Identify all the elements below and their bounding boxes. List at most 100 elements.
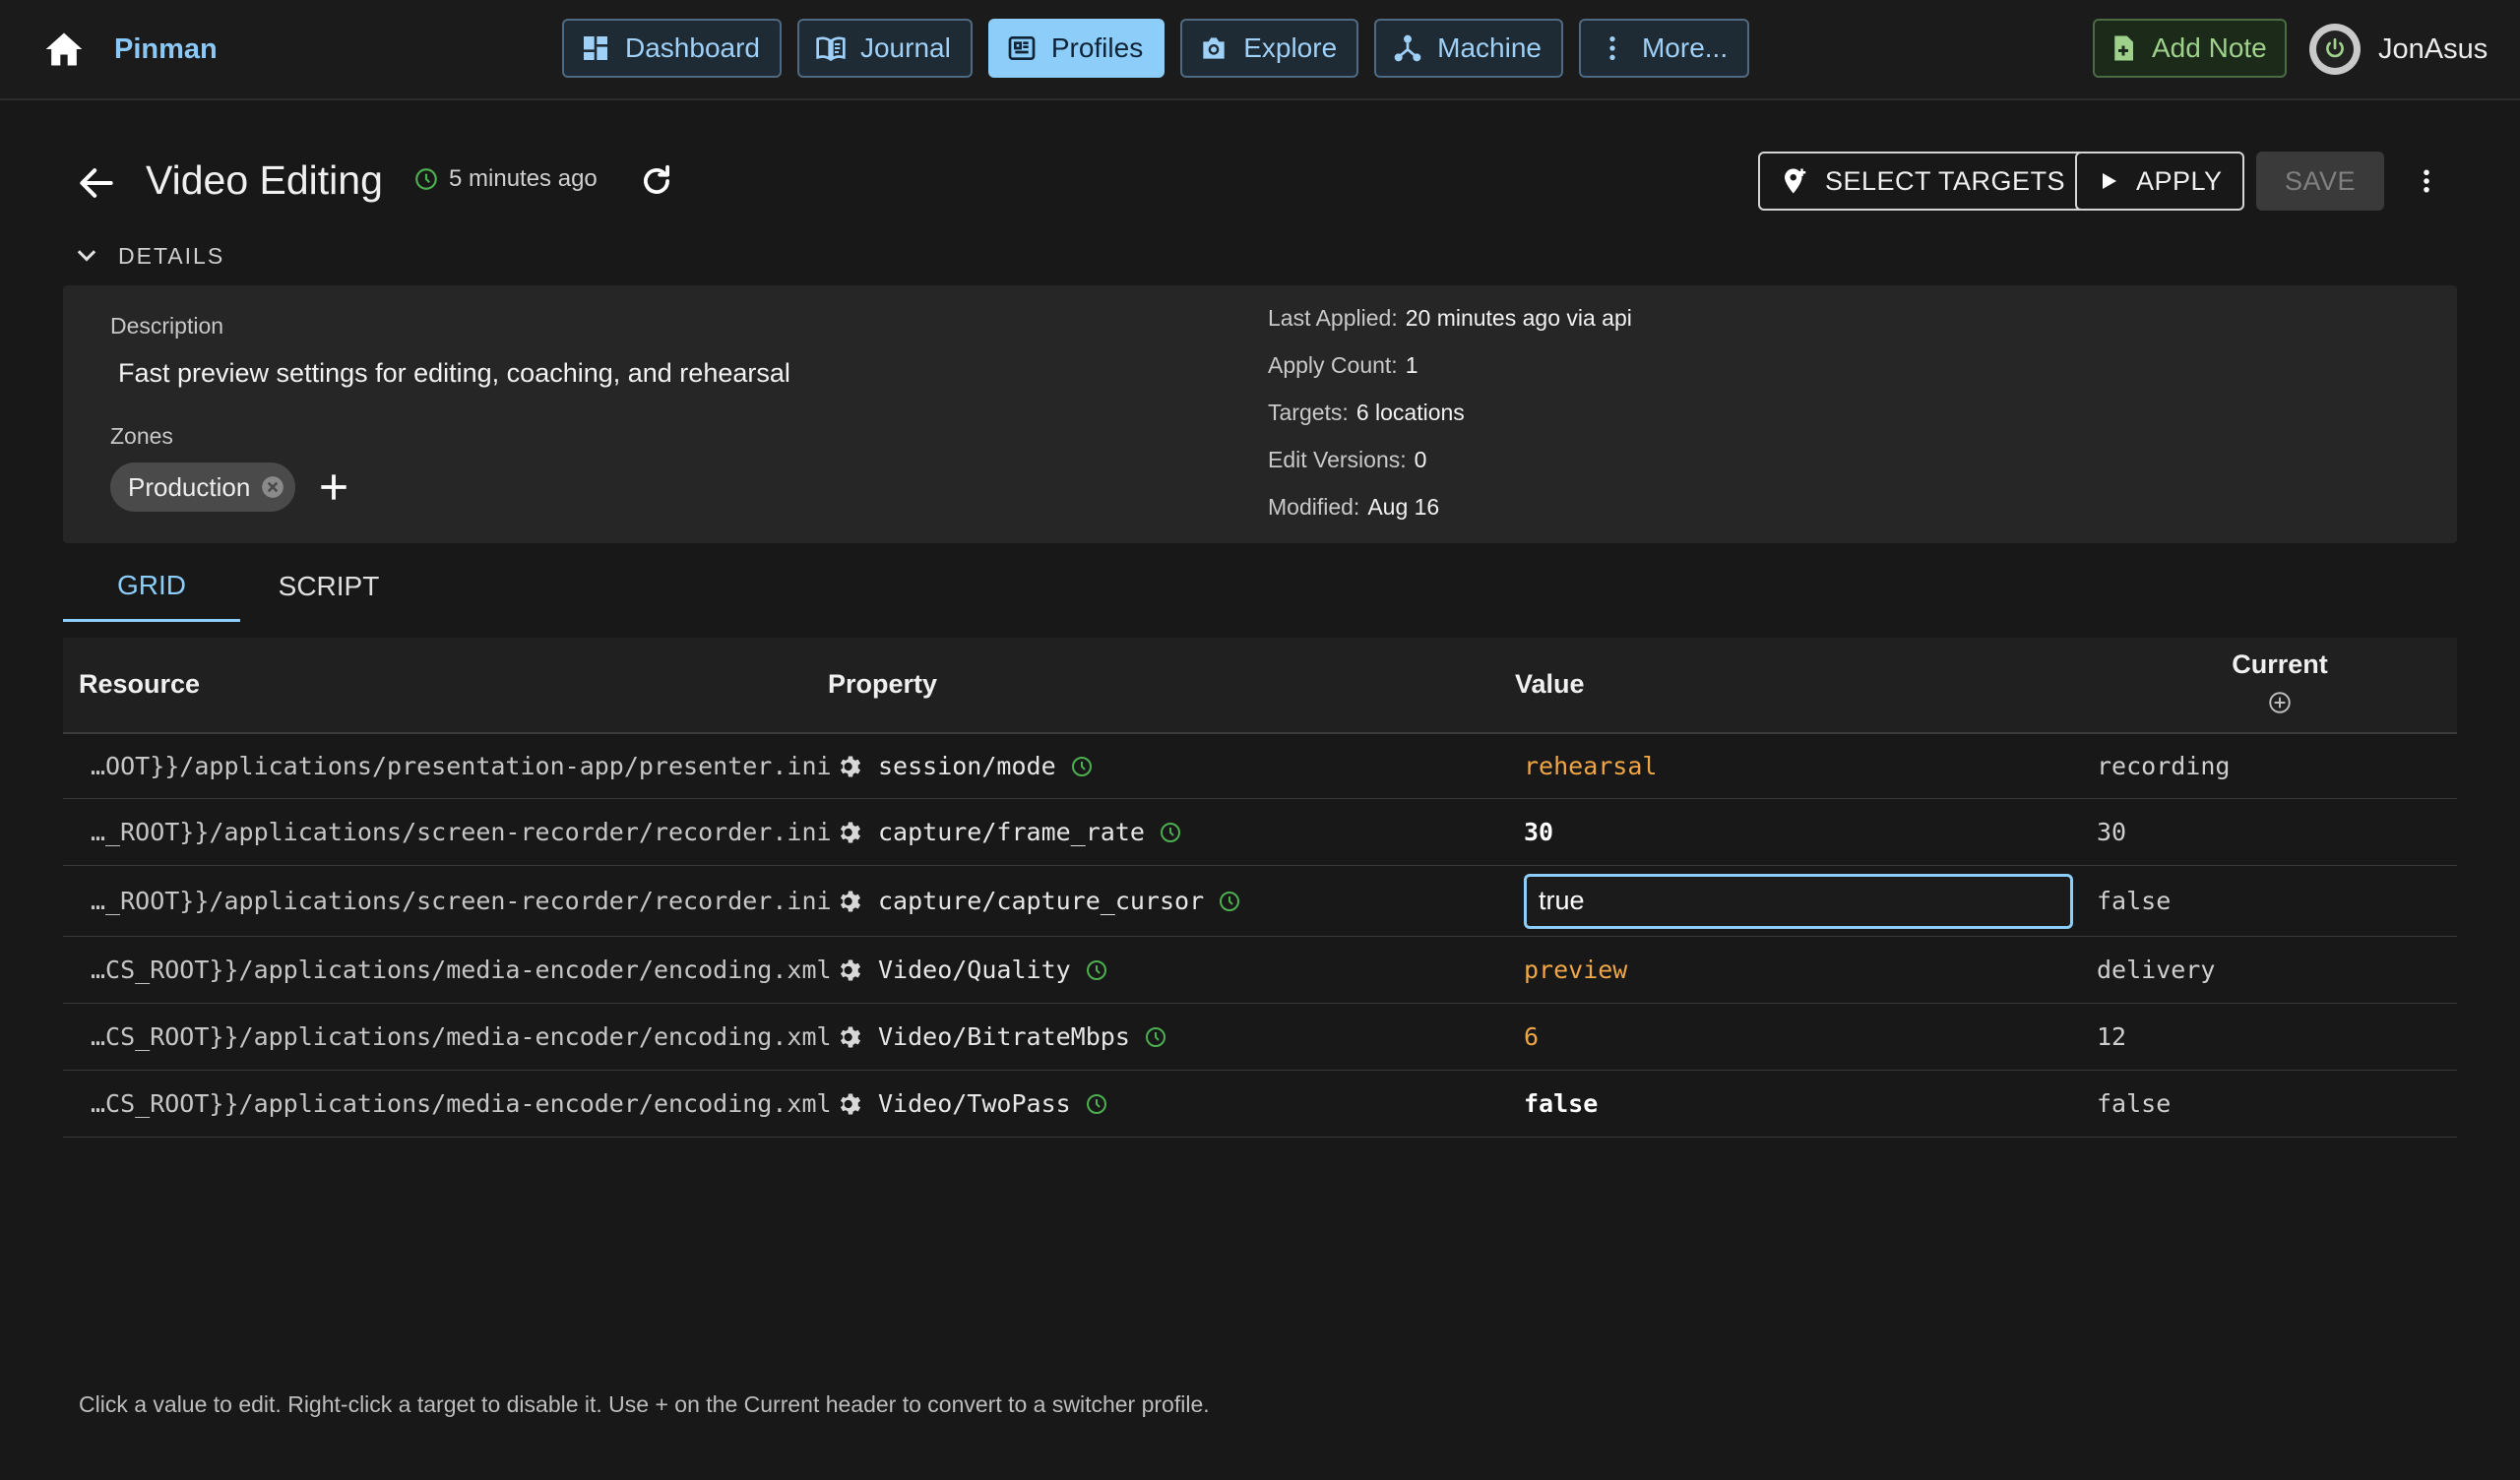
page-title: Video Editing bbox=[146, 157, 383, 203]
apply-button[interactable]: APPLY bbox=[2075, 152, 2244, 211]
header-resource[interactable]: Resource bbox=[79, 669, 200, 700]
app-name[interactable]: Pinman bbox=[114, 33, 218, 66]
current-value-cell: recording bbox=[2097, 752, 2231, 780]
table-row: …_ROOT}}/applications/screen-recorder/re… bbox=[63, 799, 2457, 866]
more-options-icon[interactable] bbox=[2412, 159, 2441, 203]
back-arrow-icon[interactable] bbox=[75, 161, 118, 205]
power-icon bbox=[2326, 37, 2344, 58]
nav-journal[interactable]: Journal bbox=[796, 19, 973, 78]
value-cell[interactable]: 30 bbox=[1524, 799, 1553, 865]
property-name: Video/BitrateMbps bbox=[878, 1022, 1130, 1051]
note-add-icon bbox=[2114, 35, 2133, 61]
play-icon bbox=[2103, 173, 2116, 189]
save-button[interactable]: SAVE bbox=[2256, 152, 2384, 211]
remove-zone-icon[interactable] bbox=[260, 474, 285, 500]
hint-text: Click a value to edit. Right-click a tar… bbox=[79, 1391, 1210, 1417]
header-current[interactable]: Current bbox=[2221, 649, 2339, 715]
property-cell: session/mode bbox=[837, 734, 1094, 798]
gear-icon[interactable] bbox=[837, 956, 864, 984]
property-cell: Video/Quality bbox=[837, 937, 1108, 1003]
nav-profiles[interactable]: Profiles bbox=[987, 19, 1166, 78]
clock-icon bbox=[1145, 1026, 1166, 1047]
grid-body: …OOT}}/applications/presentation-app/pre… bbox=[63, 734, 2457, 1138]
resource-cell[interactable]: …CS_ROOT}}/applications/media-encoder/en… bbox=[91, 1071, 832, 1137]
settings-grid: Resource Property Value Current …OOT}}/a… bbox=[63, 638, 2457, 1138]
tab-script[interactable]: SCRIPT bbox=[240, 551, 417, 622]
more-vertical-icon bbox=[1609, 36, 1615, 60]
header-value[interactable]: Value bbox=[1515, 669, 1585, 700]
nav-explore-label: Explore bbox=[1243, 32, 1338, 63]
details-toggle[interactable]: DETAILS bbox=[73, 242, 224, 270]
clock-icon bbox=[1086, 959, 1106, 980]
gear-icon[interactable] bbox=[837, 819, 864, 846]
value-cell[interactable]: 6 bbox=[1524, 1004, 1539, 1070]
property-cell: Video/TwoPass bbox=[837, 1071, 1108, 1137]
add-zone-icon[interactable] bbox=[315, 468, 352, 506]
nav-journal-label: Journal bbox=[859, 32, 951, 63]
value-text[interactable]: false bbox=[1524, 1089, 1598, 1118]
zone-chip[interactable]: Production bbox=[110, 462, 296, 512]
gear-icon[interactable] bbox=[837, 888, 864, 915]
book-icon bbox=[816, 36, 846, 62]
gear-icon[interactable] bbox=[837, 1090, 864, 1118]
property-cell: Video/BitrateMbps bbox=[837, 1004, 1167, 1070]
value-text[interactable]: rehearsal bbox=[1524, 752, 1657, 780]
value-text[interactable]: preview bbox=[1524, 956, 1627, 984]
property-name: capture/frame_rate bbox=[878, 818, 1145, 846]
gear-icon[interactable] bbox=[837, 1023, 864, 1051]
resource-cell[interactable]: …CS_ROOT}}/applications/media-encoder/en… bbox=[91, 1004, 832, 1070]
clock-icon bbox=[1071, 756, 1092, 776]
zones-label: Zones bbox=[110, 423, 173, 449]
value-text[interactable]: 6 bbox=[1524, 1022, 1539, 1051]
nav-machine[interactable]: Machine bbox=[1374, 19, 1563, 78]
app-bar: Pinman Dashboard Journal Profiles Explor… bbox=[0, 0, 2520, 100]
table-row: …CS_ROOT}}/applications/media-encoder/en… bbox=[63, 1071, 2457, 1138]
meta-last-applied: Last Applied: 20 minutes ago via api bbox=[1268, 305, 1632, 331]
zone-chip-label: Production bbox=[128, 471, 251, 502]
nav-explore[interactable]: Explore bbox=[1180, 19, 1359, 78]
value-cell[interactable]: preview bbox=[1524, 937, 1627, 1003]
meta-apply-count: Apply Count: 1 bbox=[1268, 352, 1418, 378]
refresh-icon[interactable] bbox=[638, 161, 675, 201]
user-name: JonAsus bbox=[2378, 32, 2488, 65]
property-cell: capture/frame_rate bbox=[837, 799, 1182, 865]
add-note-label: Add Note bbox=[2152, 32, 2267, 63]
clock-icon bbox=[415, 168, 437, 190]
add-note-button[interactable]: Add Note bbox=[2093, 19, 2287, 78]
select-targets-button[interactable]: SELECT TARGETS bbox=[1758, 152, 2088, 211]
value-cell[interactable] bbox=[1524, 866, 2073, 936]
clock-icon bbox=[1086, 1093, 1106, 1114]
tab-grid[interactable]: GRID bbox=[63, 551, 240, 622]
table-row: …_ROOT}}/applications/screen-recorder/re… bbox=[63, 866, 2457, 937]
details-label: DETAILS bbox=[118, 242, 225, 269]
home-icon[interactable] bbox=[39, 28, 89, 71]
resource-cell[interactable]: …OOT}}/applications/presentation-app/pre… bbox=[91, 734, 832, 798]
dashboard-icon bbox=[584, 36, 607, 60]
add-circle-icon[interactable] bbox=[2267, 690, 2293, 715]
description-text[interactable]: Fast preview settings for editing, coach… bbox=[118, 358, 790, 389]
value-cell[interactable]: false bbox=[1524, 1071, 1598, 1137]
resource-cell[interactable]: …_ROOT}}/applications/screen-recorder/re… bbox=[91, 799, 832, 865]
nav-more[interactable]: More... bbox=[1578, 19, 1750, 78]
user-menu[interactable]: JonAsus bbox=[2309, 24, 2488, 75]
current-value-cell: 12 bbox=[2097, 1022, 2127, 1051]
table-row: …OOT}}/applications/presentation-app/pre… bbox=[63, 734, 2457, 799]
value-cell[interactable]: rehearsal bbox=[1524, 734, 1657, 798]
table-row: …CS_ROOT}}/applications/media-encoder/en… bbox=[63, 1004, 2457, 1071]
last-updated-text: 5 minutes ago bbox=[449, 165, 598, 192]
description-label: Description bbox=[110, 313, 224, 339]
nav-dashboard-label: Dashboard bbox=[625, 32, 760, 63]
gear-icon[interactable] bbox=[837, 753, 864, 780]
header-current-label: Current bbox=[2232, 649, 2328, 679]
machine-icon bbox=[1394, 34, 1421, 62]
grid-header: Resource Property Value Current bbox=[63, 638, 2457, 734]
header-property[interactable]: Property bbox=[828, 669, 937, 700]
nav-dashboard[interactable]: Dashboard bbox=[562, 19, 782, 78]
details-panel: Description Fast preview settings for ed… bbox=[63, 285, 2457, 543]
nav-profiles-label: Profiles bbox=[1050, 32, 1144, 63]
resource-cell[interactable]: …_ROOT}}/applications/screen-recorder/re… bbox=[91, 866, 832, 936]
value-text[interactable]: 30 bbox=[1524, 818, 1553, 846]
chevron-down-icon bbox=[77, 250, 96, 262]
value-edit-input[interactable] bbox=[1524, 873, 2073, 929]
resource-cell[interactable]: …CS_ROOT}}/applications/media-encoder/en… bbox=[91, 937, 832, 1003]
